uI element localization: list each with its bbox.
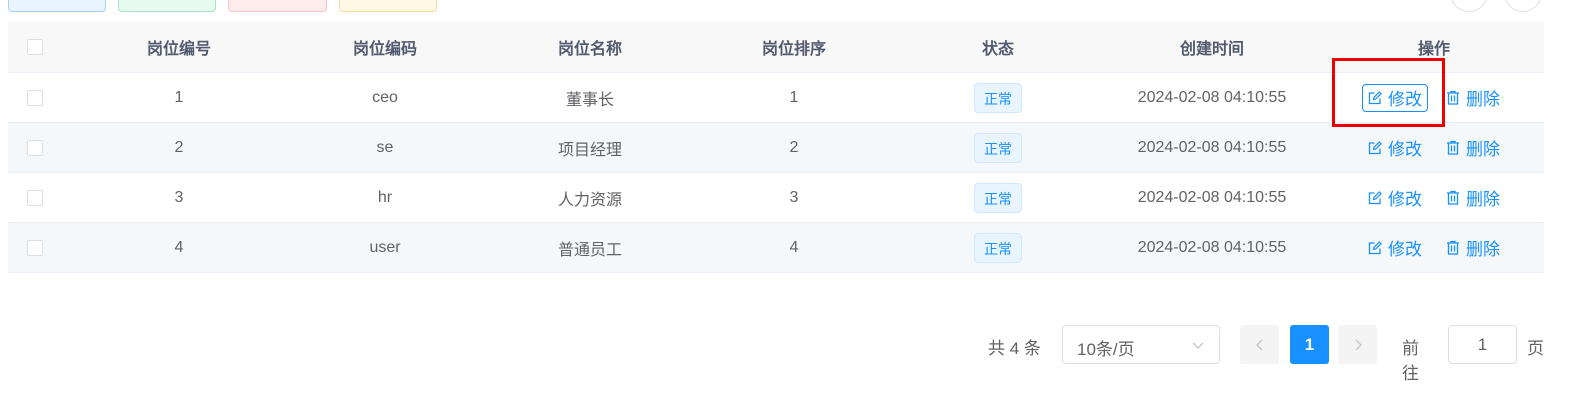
cell-post-sort: 4 — [789, 238, 799, 256]
cell-created-time: 2024-02-08 04:10:55 — [1137, 238, 1287, 256]
table-row[interactable]: 2 se 项目经理 2 正常 2024-02-08 04:10:55 修改 删除 — [8, 123, 1544, 173]
cell-post-id: 1 — [174, 88, 184, 106]
edit-button[interactable]: 修改 — [1362, 134, 1428, 162]
edit-button[interactable]: 修改 — [1362, 184, 1428, 212]
header-status[interactable]: 状态 — [896, 35, 1100, 59]
status-badge: 正常 — [974, 232, 1022, 263]
edit-icon — [1368, 240, 1382, 254]
edit-button[interactable]: 修改 — [1362, 234, 1428, 262]
delete-label: 删除 — [1466, 190, 1500, 209]
status-badge: 正常 — [974, 132, 1022, 163]
cell-post-sort: 3 — [789, 188, 799, 206]
delete-button[interactable]: 删除 — [1440, 184, 1506, 212]
header-actions: 操作 — [1417, 41, 1450, 58]
page-size-select[interactable]: 10条/页 — [1062, 325, 1220, 364]
add-button[interactable] — [8, 0, 106, 12]
page-size-value: 10条/页 — [1077, 340, 1135, 359]
cell-post-code: hr — [377, 188, 393, 206]
cell-post-name: 人力资源 — [557, 191, 622, 209]
edit-label: 修改 — [1388, 240, 1422, 259]
cell-post-name: 普通员工 — [557, 241, 622, 259]
cell-post-sort: 1 — [789, 88, 799, 106]
status-badge: 正常 — [974, 82, 1022, 113]
delete-label: 删除 — [1466, 140, 1500, 159]
chevron-down-icon — [1192, 342, 1204, 349]
header-created-time[interactable]: 创建时间 — [1100, 35, 1324, 59]
total-count: 共 4 条 — [988, 339, 1041, 358]
delete-button[interactable]: 删除 — [1440, 84, 1506, 112]
cell-post-code: ceo — [372, 88, 398, 106]
edit-icon — [1368, 190, 1382, 204]
table-row[interactable]: 3 hr 人力资源 3 正常 2024-02-08 04:10:55 修改 删除 — [8, 173, 1544, 223]
cell-post-code: user — [369, 238, 401, 256]
cell-created-time: 2024-02-08 04:10:55 — [1137, 88, 1287, 106]
next-page-button[interactable] — [1338, 325, 1377, 364]
delete-button[interactable]: 删除 — [1440, 234, 1506, 262]
delete-toolbar-button[interactable] — [228, 0, 327, 12]
row-checkbox[interactable] — [27, 89, 43, 106]
chevron-right-icon — [1355, 339, 1362, 350]
edit-label: 修改 — [1388, 190, 1422, 209]
trash-icon — [1447, 140, 1459, 155]
cell-created-time: 2024-02-08 04:10:55 — [1137, 188, 1287, 206]
goto-page-input[interactable] — [1448, 325, 1517, 364]
table-row[interactable]: 4 user 普通员工 4 正常 2024-02-08 04:10:55 修改 删除 — [8, 223, 1544, 273]
goto-label: 前往 — [1402, 339, 1419, 383]
select-all-checkbox[interactable] — [27, 39, 43, 55]
edit-icon — [1368, 140, 1382, 154]
header-post-id[interactable]: 岗位编号 — [76, 35, 282, 59]
page-number-current[interactable]: 1 — [1290, 325, 1329, 364]
delete-label: 删除 — [1466, 90, 1500, 109]
edit-toolbar-button[interactable] — [118, 0, 216, 12]
delete-button[interactable]: 删除 — [1440, 134, 1506, 162]
cell-post-id: 3 — [174, 188, 184, 206]
prev-page-button[interactable] — [1240, 325, 1279, 364]
trash-icon — [1447, 90, 1459, 105]
table-row[interactable]: 1 ceo 董事长 1 正常 2024-02-08 04:10:55 修改 删除 — [8, 73, 1544, 123]
delete-label: 删除 — [1466, 240, 1500, 259]
highlight-box — [1332, 58, 1445, 127]
post-table: 岗位编号 岗位编码 岗位名称 岗位排序 状态 创建时间 操作 1 ceo 董事长 1 正… — [8, 22, 1544, 273]
cell-post-sort: 2 — [789, 138, 799, 156]
search-toggle-button[interactable] — [1450, 0, 1488, 12]
cell-created-time: 2024-02-08 04:10:55 — [1137, 138, 1287, 156]
header-post-sort[interactable]: 岗位排序 — [692, 35, 896, 59]
chevron-left-icon — [1255, 339, 1262, 350]
cell-post-id: 4 — [174, 238, 184, 256]
table-header: 岗位编号 岗位编码 岗位名称 岗位排序 状态 创建时间 操作 — [8, 22, 1544, 73]
export-button[interactable] — [339, 0, 437, 12]
trash-icon — [1447, 190, 1459, 205]
cell-post-name: 项目经理 — [557, 141, 622, 159]
edit-label: 修改 — [1388, 140, 1422, 159]
cell-post-name: 董事长 — [565, 91, 614, 109]
header-post-code[interactable]: 岗位编码 — [282, 35, 488, 59]
status-badge: 正常 — [974, 182, 1022, 213]
goto-suffix: 页 — [1527, 339, 1544, 358]
row-checkbox[interactable] — [27, 189, 43, 206]
trash-icon — [1447, 240, 1459, 255]
cell-post-id: 2 — [174, 138, 184, 156]
header-post-name[interactable]: 岗位名称 — [488, 35, 692, 59]
refresh-button[interactable] — [1504, 0, 1542, 12]
row-checkbox[interactable] — [27, 239, 43, 256]
row-checkbox[interactable] — [27, 139, 43, 156]
cell-post-code: se — [376, 138, 394, 156]
